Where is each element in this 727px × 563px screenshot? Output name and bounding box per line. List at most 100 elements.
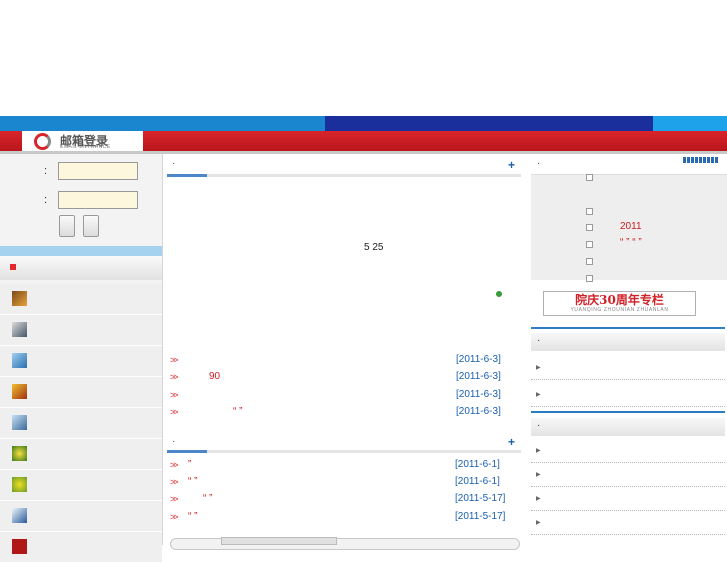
top-navy-bar (325, 116, 653, 131)
sidebar-item[interactable] (0, 408, 162, 439)
featured-news-text[interactable]: 5 25 (364, 242, 383, 253)
right-section-separator (531, 327, 725, 329)
more-dot-icon[interactable] (496, 291, 502, 297)
news-item[interactable]: >> [2011-6-3] (170, 388, 501, 404)
right-section-separator (531, 411, 725, 413)
red-book-icon (12, 539, 27, 554)
news-item[interactable]: >> “ ” [2011-5-17] (170, 510, 505, 526)
flower-icon (12, 446, 27, 461)
news-item-date: [2011-6-1] (455, 476, 500, 487)
red-arrow-icon (10, 264, 16, 270)
double-arrow-icon: >> (170, 407, 178, 417)
reset-button[interactable] (83, 215, 99, 237)
news-item-date: [2011-5-17] (455, 493, 506, 504)
sunset-icon (12, 384, 27, 399)
notice-bullet-icon (586, 275, 593, 282)
notice-bullet-icon (586, 208, 593, 215)
news-item[interactable]: >> “ ” [2011-6-3] (170, 405, 501, 421)
news-item-title[interactable]: “ ” (233, 406, 242, 417)
anniversary-title: 院庆30周年专栏 (575, 293, 664, 307)
notice-item-year[interactable]: 2011 (620, 221, 642, 232)
right-list-item[interactable]: ▶ (531, 384, 725, 407)
double-arrow-icon: >> (170, 372, 178, 382)
right-section-dot: · (537, 335, 541, 346)
second-news-more-button[interactable]: + (508, 435, 515, 449)
sidebar-item[interactable] (0, 439, 162, 470)
sidebar-item[interactable] (0, 532, 162, 563)
sidebar-item[interactable] (0, 315, 162, 346)
news-item-date: [2011-6-3] (456, 406, 501, 417)
right-section-dot: · (537, 420, 541, 431)
news-item-date: [2011-6-3] (456, 371, 501, 382)
news-item-title[interactable]: “ ” (188, 476, 197, 487)
scroll-indicator-icon (683, 157, 719, 163)
login-button[interactable] (59, 215, 75, 237)
notice-bullet-icon (586, 241, 593, 248)
building-icon (12, 415, 27, 430)
photo-icon (12, 291, 27, 306)
news-item[interactable]: >> “ ” [2011-6-1] (170, 475, 500, 491)
double-arrow-icon: >> (170, 512, 178, 522)
email-entrance-banner[interactable]: 邮箱登录 EMAIL ENTRANCE (22, 131, 143, 151)
wave-icon (12, 322, 27, 337)
double-arrow-icon: >> (170, 477, 178, 487)
sea-icon (12, 508, 27, 523)
notice-header-dot: · (537, 158, 541, 169)
news-tab-line (167, 174, 521, 177)
triangle-icon: ▶ (536, 520, 541, 526)
right-list-item[interactable]: ▶ (531, 488, 725, 511)
username-label: : (44, 165, 48, 177)
double-arrow-icon: >> (170, 390, 178, 400)
double-arrow-icon: >> (170, 494, 178, 504)
email-refresh-icon (34, 133, 51, 150)
news-more-button[interactable]: + (508, 158, 515, 172)
bottom-tab[interactable] (221, 537, 337, 545)
bottom-scroll-panel[interactable] (170, 537, 520, 550)
password-label: : (44, 194, 48, 206)
sidebar-item[interactable] (0, 346, 162, 377)
triangle-icon: ▶ (536, 365, 541, 371)
right-list-item[interactable]: ▶ (531, 512, 725, 535)
yellow-flower-icon (12, 477, 27, 492)
news-header-dot: · (172, 158, 176, 169)
sky-icon (12, 353, 27, 368)
sidebar-item[interactable] (0, 501, 162, 532)
news-item-title[interactable]: 90 (209, 371, 220, 382)
sidebar-item[interactable] (0, 284, 162, 315)
email-entrance-subtitle: EMAIL ENTRANCE (60, 144, 111, 150)
username-input[interactable] (58, 162, 138, 180)
sidebar-item[interactable] (0, 470, 162, 501)
news-item-date: [2011-6-3] (456, 389, 501, 400)
second-news-tab-line (167, 450, 521, 453)
news-tab-active (167, 174, 207, 177)
right-list-item[interactable]: ▶ (531, 357, 725, 380)
news-item[interactable]: >> [2011-6-3] (170, 353, 501, 369)
double-arrow-icon: >> (170, 355, 178, 365)
notice-bullet-icon (586, 174, 593, 181)
anniversary-banner[interactable]: 院庆30周年专栏 YUANQING ZHOUNIAN ZHUANLAN (543, 291, 696, 316)
triangle-icon: ▶ (536, 392, 541, 398)
triangle-icon: ▶ (536, 448, 541, 454)
right-list-item[interactable]: ▶ (531, 440, 725, 463)
right-section-header: · (531, 333, 725, 351)
notice-bullet-icon (586, 224, 593, 231)
sidebar-item[interactable] (0, 377, 162, 408)
second-news-tab-active (167, 450, 207, 453)
sidebar-blue-separator (0, 246, 162, 256)
news-item[interactable]: >> ” [2011-6-1] (170, 458, 500, 474)
password-input[interactable] (58, 191, 138, 209)
news-item-title[interactable]: ” (188, 459, 191, 470)
news-item-date: [2011-5-17] (455, 511, 506, 522)
news-item[interactable]: >> “ ” [2011-5-17] (170, 492, 505, 508)
anniversary-subtitle: YUANQING ZHOUNIAN ZHUANLAN (570, 307, 669, 313)
sidebar-section-header (0, 256, 162, 280)
triangle-icon: ▶ (536, 496, 541, 502)
news-item-title[interactable]: “ ” (203, 493, 212, 504)
news-item-title[interactable]: “ ” (188, 511, 197, 522)
right-list-item[interactable]: ▶ (531, 464, 725, 487)
notice-item-quote[interactable]: “ ” “ ” (620, 237, 642, 248)
news-item[interactable]: >> 90 [2011-6-3] (170, 370, 501, 386)
news-item-date: [2011-6-3] (456, 354, 501, 365)
triangle-icon: ▶ (536, 472, 541, 478)
double-arrow-icon: >> (170, 460, 178, 470)
